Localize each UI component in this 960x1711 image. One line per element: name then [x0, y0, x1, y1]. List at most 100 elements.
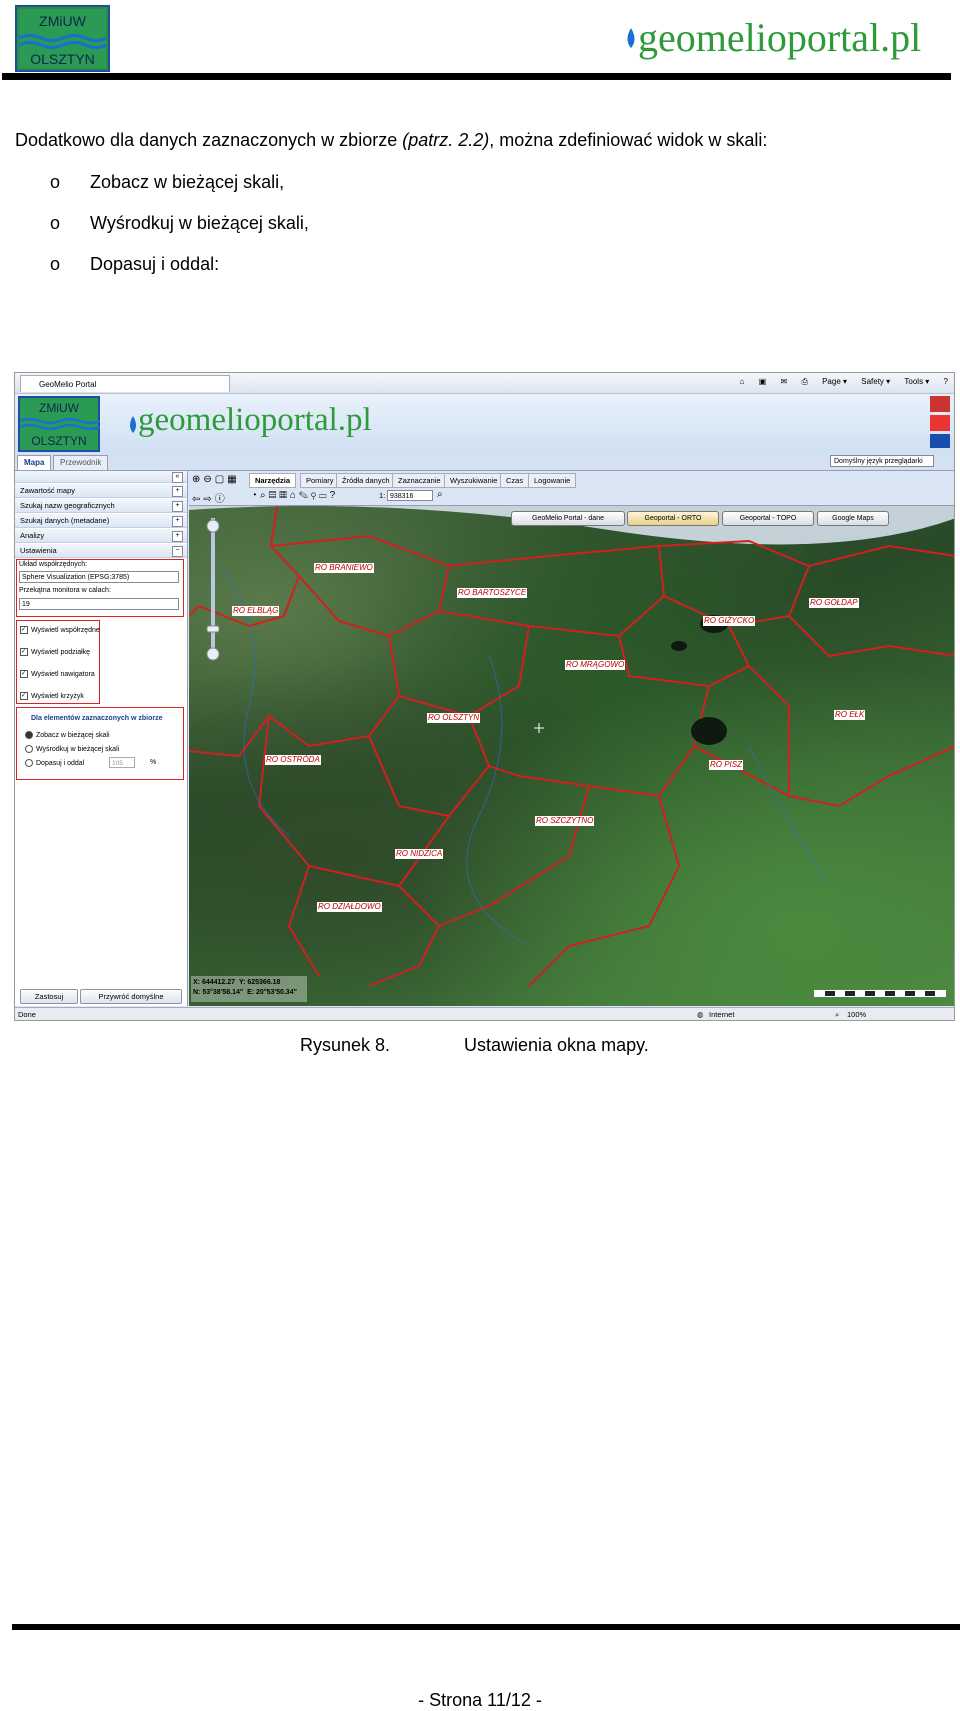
intro-paragraph: Dodatkowo dla danych zaznaczonych w zbio…	[15, 130, 768, 150]
bullet-item: o Dopasuj i oddal:	[50, 254, 220, 274]
zmiuw-logo: ZMiUW OLSZTYN	[15, 5, 110, 72]
checkbox-coords[interactable]: ✓ Wyświetl współrzędne	[20, 626, 100, 634]
radio-fit-zoom[interactable]: Dopasuj i oddal	[25, 759, 84, 767]
tab-search[interactable]: Wyszukiwanie	[444, 473, 504, 488]
drop-icon	[627, 28, 635, 48]
feeds-icon[interactable]: ▣	[759, 377, 767, 386]
scale-prefix: 1:	[379, 491, 386, 500]
caption-label: Rysunek 8.	[300, 1035, 391, 1055]
collapse-icon[interactable]: «	[172, 472, 183, 483]
region-label: RO DZIAŁDOWO	[317, 902, 382, 912]
region-label: RO SZCZYTNO	[535, 816, 595, 826]
zoom-tools[interactable]: ⊕⊖▢▦	[192, 474, 240, 485]
region-label: RO ELBLĄG	[232, 606, 280, 616]
region-label: RO OSTRÓDA	[265, 755, 321, 765]
browser-tab[interactable]: GeoMelio Portal	[20, 375, 230, 392]
region-label: RO BRANIEWO	[314, 563, 374, 573]
map-tool-icons[interactable]: ◔⌕▤▦⌂✎⚲▭?	[251, 490, 338, 501]
brand-name: geomelioportal.pl	[638, 15, 922, 60]
left-panel: « Zawartość mapy + Szukaj nazw geograficz…	[15, 471, 188, 1006]
safety-menu[interactable]: Safety ▾	[861, 377, 890, 386]
tab-login[interactable]: Logowanie	[528, 473, 577, 488]
tab-mapa[interactable]: Mapa	[17, 455, 52, 470]
browser-tools: ⌂ ▣ ✉ ⎙ Page ▾ Safety ▾ Tools ▾ ?	[728, 377, 948, 387]
portal-banner: ZMiUW OLSZTYN geomelioportal.pl	[15, 394, 954, 454]
banner-brand: geomelioportal.pl	[138, 402, 372, 438]
zoom-percent-input[interactable]: 105	[109, 757, 135, 768]
section-geo-search[interactable]: Szukaj nazw geograficznych +	[15, 499, 187, 513]
tab-time[interactable]: Czas	[500, 473, 530, 488]
partner-logos	[930, 396, 950, 452]
bullet-item: o Zobacz w bieżącej skali,	[50, 172, 285, 192]
percent-label: %	[150, 759, 157, 766]
region-label: RO GOŁDAP	[809, 598, 859, 608]
expand-icon: +	[172, 501, 183, 512]
tab-select[interactable]: Zaznaczanie	[392, 473, 447, 488]
layer-btn-orto[interactable]: Geoportal - ORTO	[627, 511, 719, 526]
browser-toolbar: GeoMelio Portal ⌂ ▣ ✉ ⎙ Page ▾ Safety ▾ …	[15, 373, 954, 394]
status-zone: Internet	[709, 1010, 735, 1019]
bullet-item: o Wyśrodkuj w bieżącej skali,	[50, 213, 309, 233]
portal-tabs: Mapa Przewodnik Domyślny język przegląda…	[15, 453, 954, 471]
tab-tools[interactable]: Narzędzia	[249, 473, 297, 488]
expand-icon: +	[172, 516, 183, 527]
scale-bar	[814, 990, 946, 997]
collapse-icon: −	[172, 546, 183, 557]
scale-input[interactable]: 938316	[387, 490, 433, 501]
region-label: RO BARTOSZYCE	[457, 588, 528, 598]
browser-status-bar: Done ◍ Internet ⌕ 100%	[15, 1007, 954, 1020]
logo-line2: OLSZTYN	[30, 51, 95, 67]
history-tools[interactable]: ⇦⇨ⓘ	[192, 490, 228, 505]
region-label: RO NIDZICA	[395, 849, 444, 859]
tab-measure[interactable]: Pomiary	[300, 473, 340, 488]
region-label: RO MRĄGOWO	[565, 660, 626, 670]
status-done: Done	[18, 1010, 36, 1019]
banner-logo: ZMiUW OLSZTYN	[18, 396, 100, 452]
radio-center-scale[interactable]: Wyśrodkuj w bieżącej skali	[25, 745, 119, 753]
panel-collapse-bar: «	[15, 471, 187, 483]
language-select[interactable]: Domyślny język przeglądarki	[830, 455, 934, 467]
section-settings[interactable]: Ustawienia −	[15, 544, 187, 558]
apply-button[interactable]: Zastosuj	[20, 989, 78, 1004]
footer-rule	[12, 1624, 960, 1630]
globe-icon: ◍	[697, 1010, 704, 1019]
coord-select[interactable]: Sphere Visualization (EPSG:3785)	[19, 571, 179, 583]
map-toolbar: ⊕⊖▢▦ Narzędzia Pomiary Źródła danych Zaz…	[189, 471, 954, 506]
section-contents[interactable]: Zawartość mapy +	[15, 484, 187, 498]
checkbox-crosshair[interactable]: ✓ Wyświetl krzyżyk	[20, 692, 84, 700]
section-meta-search[interactable]: Szukaj danych (metadane) +	[15, 514, 187, 528]
expand-icon: +	[172, 531, 183, 542]
map-view[interactable]: GeoMelio Portal - dane Geoportal - ORTO …	[189, 506, 954, 1006]
page-menu[interactable]: Page ▾	[822, 377, 847, 386]
radio-view-scale[interactable]: Zobacz w bieżącej skali	[25, 731, 110, 739]
diag-input[interactable]: 19	[19, 598, 179, 610]
expand-icon: +	[172, 486, 183, 497]
layer-btn-google[interactable]: Google Maps	[817, 511, 889, 526]
tab-przewodnik[interactable]: Przewodnik	[53, 455, 109, 470]
magnifier-icon: ⌕	[835, 1010, 840, 1019]
header-rule	[2, 73, 951, 80]
scale-search-icon[interactable]: ⌕	[437, 489, 443, 500]
checkbox-navigator[interactable]: ✓ Wyświetl nawigatora	[20, 670, 95, 678]
reset-button[interactable]: Przywróć domyślne	[80, 989, 182, 1004]
portal-screenshot: GeoMelio Portal ⌂ ▣ ✉ ⎙ Page ▾ Safety ▾ …	[14, 372, 955, 1021]
section-analyses[interactable]: Analizy +	[15, 529, 187, 543]
checkbox-scale[interactable]: ✓ Wyświetl podziałkę	[20, 648, 90, 656]
logo-waves	[19, 34, 106, 49]
region-label: RO GIŻYCKO	[703, 616, 756, 626]
layer-btn-geomelio[interactable]: GeoMelio Portal - dane	[511, 511, 625, 526]
home-icon[interactable]: ⌂	[740, 377, 745, 386]
coords-readout: X: 644412.27 Y: 625366.18 N: 53°38'58.14…	[191, 976, 307, 1002]
region-label: RO PISZ	[709, 760, 744, 770]
help-icon[interactable]: ?	[944, 377, 948, 386]
tools-menu[interactable]: Tools ▾	[904, 377, 929, 386]
region-label: RO OLSZTYN	[427, 713, 481, 723]
status-zoom[interactable]: 100%	[847, 1008, 866, 1020]
coord-label: Układ współrzędnych:	[19, 561, 88, 568]
print-icon[interactable]: ⎙	[801, 377, 807, 386]
mail-icon[interactable]: ✉	[781, 377, 788, 386]
logo-line1: ZMiUW	[39, 13, 86, 29]
layer-btn-topo[interactable]: Geoportal - TOPO	[722, 511, 814, 526]
caption-text: Ustawienia okna mapy.	[464, 1035, 649, 1055]
tab-sources[interactable]: Źródła danych	[336, 473, 396, 488]
